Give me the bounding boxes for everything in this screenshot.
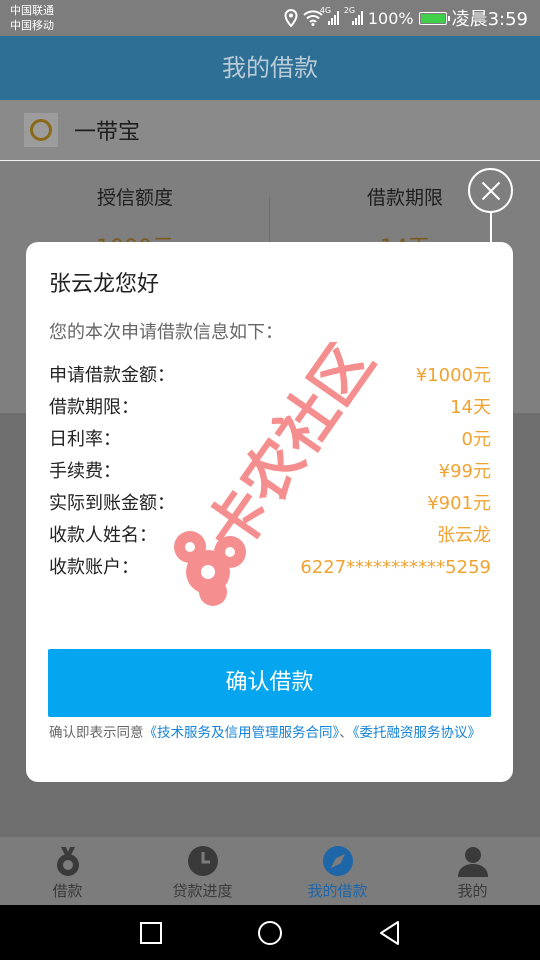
agreement-prefix: 确认即表示同意	[49, 725, 144, 741]
carrier-1: 中国联通	[10, 4, 54, 17]
tab-label: 借款	[52, 882, 83, 900]
recent-apps-icon[interactable]	[137, 919, 165, 947]
tab-loan-progress[interactable]: 贷款进度	[135, 837, 270, 905]
tab-me[interactable]: 我的	[405, 837, 540, 905]
row-value: ¥99元	[438, 461, 491, 482]
loan-detail-list: 申请借款金额： ¥1000元 借款期限： 14天 日利率： 0元 手续费： ¥99元 实…	[49, 360, 491, 584]
signal-1-icon: 4G	[320, 6, 339, 25]
system-nav-bar	[0, 905, 540, 960]
back-icon[interactable]	[376, 919, 404, 947]
row-value: 6227***********5259	[300, 557, 491, 578]
row-label: 收款账户：	[49, 557, 139, 578]
close-button[interactable]	[468, 168, 513, 213]
location-icon	[284, 9, 298, 27]
row-label: 日利率：	[49, 429, 121, 450]
medal-icon	[56, 847, 79, 876]
service-contract-link[interactable]: 《技术服务及信用管理服务合同》	[144, 725, 340, 741]
yidaibao-logo-icon	[24, 113, 58, 147]
detail-row: 实际到账金额： ¥901元	[49, 488, 491, 520]
row-value: ¥901元	[427, 493, 491, 514]
signal-2-icon: 2G	[344, 6, 363, 25]
dialog-subtitle: 您的本次申请借款信息如下：	[49, 322, 283, 343]
loan-confirm-dialog: 张云龙您好 您的本次申请借款信息如下： 申请借款金额： ¥1000元 借款期限： 1…	[26, 242, 513, 782]
detail-row: 收款人姓名： 张云龙	[49, 520, 491, 552]
greeting: 张云龙您好	[49, 272, 160, 297]
product-row: 一带宝	[0, 100, 540, 160]
home-icon[interactable]	[256, 919, 284, 947]
battery-percent: 100%	[367, 8, 414, 28]
bottom-tab-bar: 借款 贷款进度 我的借款 我的	[0, 837, 540, 905]
credit-label: 授信额度	[96, 187, 173, 209]
tab-label: 贷款进度	[172, 882, 233, 900]
row-value: 张云龙	[437, 525, 491, 546]
detail-row: 申请借款金额： ¥1000元	[49, 360, 491, 392]
clock-time: 凌晨3:59	[451, 9, 528, 30]
row-value: ¥1000元	[415, 365, 491, 386]
status-bar: 中国联通 中国移动 4G 2G 100% 凌晨3:59	[0, 0, 540, 36]
compass-icon	[322, 846, 353, 876]
tab-borrow[interactable]: 借款	[0, 837, 135, 905]
carrier-labels: 中国联通 中国移动	[10, 3, 54, 33]
agreement-notice: 确认即表示同意《技术服务及信用管理服务合同》、《委托融资服务协议》	[49, 725, 491, 742]
detail-row: 借款期限： 14天	[49, 392, 491, 424]
agreement-separator: 、	[339, 725, 353, 741]
row-value: 14天	[450, 397, 491, 418]
tab-my-loans[interactable]: 我的借款	[270, 837, 405, 905]
row-label: 实际到账金额：	[49, 493, 175, 514]
row-label: 手续费：	[49, 461, 121, 482]
product-name: 一带宝	[74, 120, 141, 145]
page-title: 我的借款	[0, 36, 540, 100]
detail-row: 手续费： ¥99元	[49, 456, 491, 488]
tab-label: 我的借款	[307, 882, 368, 900]
detail-row: 收款账户： 6227***********5259	[49, 552, 491, 584]
detail-row: 日利率： 0元	[49, 424, 491, 456]
close-connector	[490, 213, 492, 243]
carrier-2: 中国移动	[10, 19, 54, 32]
financing-agreement-link[interactable]: 《委托融资服务协议》	[353, 725, 481, 741]
row-label: 申请借款金额：	[49, 365, 175, 386]
row-label: 借款期限：	[49, 397, 139, 418]
network-type-2: 2G	[343, 6, 356, 15]
row-value: 0元	[461, 429, 491, 450]
tab-label: 我的	[457, 882, 488, 900]
network-type-1: 4G	[319, 6, 332, 15]
confirm-loan-button[interactable]: 确认借款	[48, 649, 491, 717]
row-label: 收款人姓名：	[49, 525, 157, 546]
battery-icon	[418, 11, 450, 25]
person-icon	[457, 847, 488, 877]
clock-icon	[187, 846, 218, 876]
